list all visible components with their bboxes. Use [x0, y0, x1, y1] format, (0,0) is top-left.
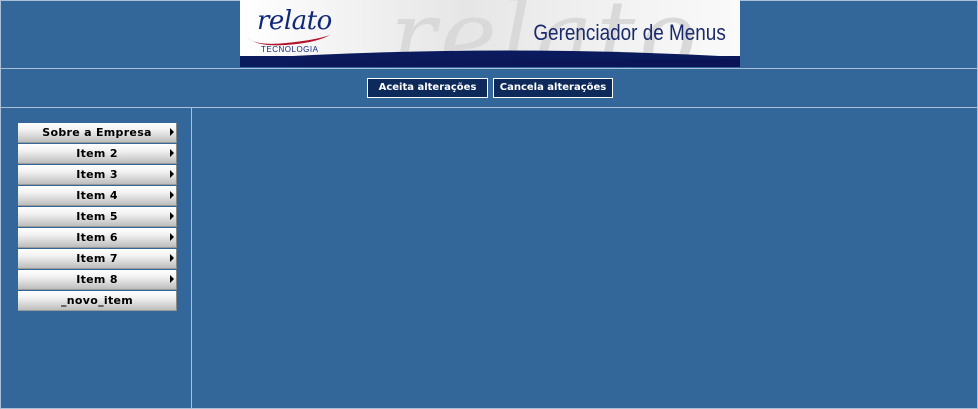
action-bar: Aceita alterações Cancela alterações [0, 69, 978, 108]
menu-item-label: _novo_item [60, 294, 134, 307]
menu-item-novo-item[interactable]: _novo_item [18, 291, 177, 311]
menu-item-label: Item 3 [76, 168, 118, 181]
submenu-arrow-icon [170, 212, 174, 220]
menu-item-6[interactable]: Item 6 [18, 228, 177, 248]
menu-item-5[interactable]: Item 5 [18, 207, 177, 227]
menu-item-7[interactable]: Item 7 [18, 249, 177, 269]
menu-item-8[interactable]: Item 8 [18, 270, 177, 290]
header-banner: relato relato TECNOLOGIA Gerenciador de … [240, 0, 740, 67]
menu-item-label: Item 7 [76, 252, 118, 265]
menu-item-3[interactable]: Item 3 [18, 165, 177, 185]
accept-changes-button[interactable]: Aceita alterações [367, 78, 488, 98]
submenu-arrow-icon [170, 170, 174, 178]
header: relato relato TECNOLOGIA Gerenciador de … [0, 0, 978, 69]
menu-item-4[interactable]: Item 4 [18, 186, 177, 206]
menu-item-label: Item 6 [76, 231, 118, 244]
menu-item-label: Item 5 [76, 210, 118, 223]
menu-item-sobre-a-empresa[interactable]: Sobre a Empresa [18, 123, 177, 143]
menu-list: Sobre a Empresa Item 2 Item 3 Item 4 Ite… [18, 123, 177, 312]
logo-subtitle: TECNOLOGIA [261, 45, 319, 54]
menu-item-label: Item 4 [76, 189, 118, 202]
app-title: Gerenciador de Menus [533, 20, 726, 45]
menu-panel: Sobre a Empresa Item 2 Item 3 Item 4 Ite… [0, 108, 192, 409]
submenu-arrow-icon [170, 149, 174, 157]
cancel-changes-button[interactable]: Cancela alterações [493, 78, 613, 98]
logo-wordmark: relato [257, 6, 332, 36]
menu-item-label: Sobre a Empresa [42, 126, 152, 139]
submenu-arrow-icon [170, 254, 174, 262]
submenu-arrow-icon [170, 128, 174, 136]
menu-item-label: Item 2 [76, 147, 118, 160]
submenu-arrow-icon [170, 191, 174, 199]
menu-item-2[interactable]: Item 2 [18, 144, 177, 164]
submenu-arrow-icon [170, 233, 174, 241]
submenu-arrow-icon [170, 275, 174, 283]
menu-item-label: Item 8 [76, 273, 118, 286]
content-area [192, 108, 978, 409]
